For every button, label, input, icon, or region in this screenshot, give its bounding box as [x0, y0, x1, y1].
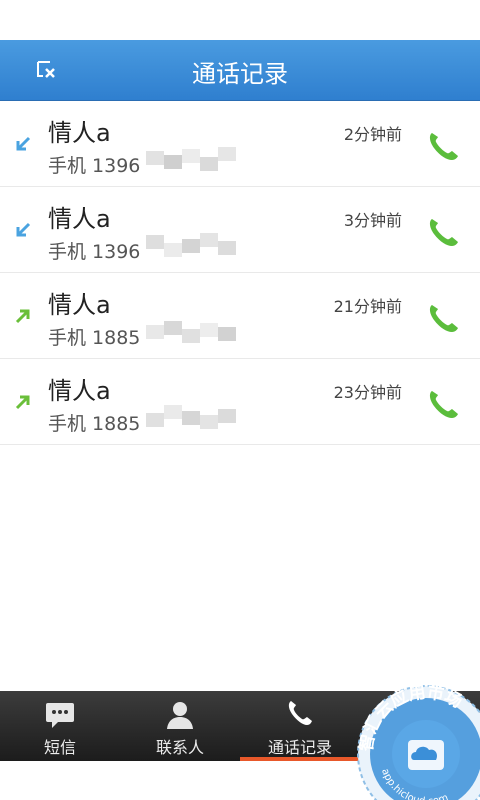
hicloud-watermark-logo: 智汇云应用市场 app.hicloud.com: [352, 680, 480, 800]
redacted-number: [146, 403, 236, 435]
outgoing-call-icon: [14, 307, 32, 325]
tab-label: 短信: [43, 738, 76, 757]
phone-number: 手机 1885: [48, 413, 141, 435]
incoming-call-icon: [14, 221, 32, 239]
contact-name: 情人a: [48, 205, 111, 233]
redacted-number: [146, 317, 236, 349]
outgoing-call-icon: [14, 393, 32, 411]
call-time: 3分钟前: [343, 211, 402, 230]
tab-label: 联系人: [155, 738, 204, 757]
call-log-row[interactable]: 情人a 手机 1885 23分钟前: [0, 359, 480, 445]
phone-icon: [282, 699, 318, 731]
call-back-icon[interactable]: [424, 127, 462, 165]
redacted-number: [146, 145, 236, 177]
call-log-list: 情人a 手机 1396 2分钟前 情人a 手机 1396 3分钟前 情人a 手机…: [0, 101, 480, 445]
top-bar: 通话记录: [0, 40, 480, 101]
tab-call-log[interactable]: 通话记录: [240, 691, 360, 761]
call-back-icon[interactable]: [424, 385, 462, 423]
redacted-number: [146, 231, 236, 263]
contact-icon: [162, 699, 198, 731]
status-bar: [0, 0, 480, 40]
call-log-row[interactable]: 情人a 手机 1396 2分钟前: [0, 101, 480, 187]
contact-name: 情人a: [48, 377, 111, 405]
tab-label: 通话记录: [267, 738, 332, 757]
call-time: 2分钟前: [343, 125, 402, 144]
call-back-icon[interactable]: [424, 299, 462, 337]
message-icon: [42, 699, 78, 731]
tab-contacts[interactable]: 联系人: [120, 691, 240, 761]
call-time: 21分钟前: [333, 297, 402, 316]
call-log-row[interactable]: 情人a 手机 1396 3分钟前: [0, 187, 480, 273]
tab-messages[interactable]: 短信: [0, 691, 120, 761]
incoming-call-icon: [14, 135, 32, 153]
call-time: 23分钟前: [333, 383, 402, 402]
call-log-row[interactable]: 情人a 手机 1885 21分钟前: [0, 273, 480, 359]
contact-name: 情人a: [48, 119, 111, 147]
phone-number: 手机 1885: [48, 327, 141, 349]
phone-number: 手机 1396: [48, 155, 141, 177]
phone-number: 手机 1396: [48, 241, 141, 263]
page-title: 通话记录: [192, 60, 288, 88]
contact-name: 情人a: [48, 291, 111, 319]
call-back-icon[interactable]: [424, 213, 462, 251]
